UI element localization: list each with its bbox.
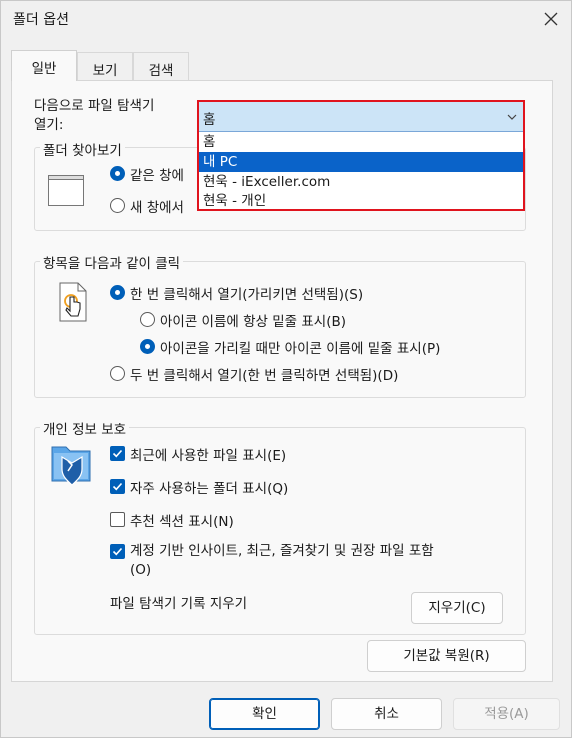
privacy-folder-icon [50,441,94,487]
close-button[interactable] [539,7,563,31]
checkmark-icon [112,482,123,491]
dropdown-option-home[interactable]: 홈 [199,132,523,152]
cancel-button[interactable]: 취소 [331,698,442,730]
account-insights-label: 계정 기반 인사이트, 최근, 즐겨찾기 및 권장 파일 포함 (O) [130,543,434,578]
clear-history-button[interactable]: 지우기(C) [411,592,503,624]
new-window-radio[interactable] [110,198,125,213]
same-window-label: 같은 창에 [130,168,184,184]
browse-folders-title: 폴더 찾아보기 [40,139,125,159]
tab-view[interactable]: 보기 [77,52,133,80]
apply-button[interactable]: 적용(A) [453,698,560,730]
checkmark-icon [112,449,123,458]
open-explorer-dropdown[interactable]: 홈 홈 내 PC 현욱 - iExceller.com 현욱 - 개인 [197,100,525,211]
open-explorer-label: 다음으로 파일 탐색기 열기: [34,98,155,133]
account-insights-checkbox[interactable] [110,544,125,559]
underline-always-radio[interactable] [140,312,155,327]
underline-hover-label: 아이콘을 가리킬 때만 아이콘 이름에 밑줄 표시(P) [160,341,441,357]
clear-history-label: 파일 탐색기 기록 지우기 [110,596,248,612]
dropdown-option-this-pc[interactable]: 내 PC [199,152,523,172]
new-window-label: 새 창에서 [130,200,184,216]
underline-always-label: 아이콘 이름에 항상 밑줄 표시(B) [160,314,346,330]
chevron-down-icon [507,114,517,120]
dropdown-selected-value: 홈 [203,112,216,128]
underline-hover-radio[interactable] [140,339,155,354]
dropdown-option-iexceller[interactable]: 현욱 - iExceller.com [199,172,523,192]
recent-files-checkbox[interactable] [110,446,125,461]
double-click-radio[interactable] [110,366,125,381]
close-icon [544,12,558,26]
checkmark-icon [112,547,123,556]
dropdown-option-personal[interactable]: 현욱 - 개인 [199,191,523,211]
window-title: 폴더 옵션 [13,12,69,28]
single-click-radio[interactable] [110,285,125,300]
frequent-folders-label: 자주 사용하는 폴더 표시(Q) [130,481,289,497]
recent-files-label: 최근에 사용한 파일 표시(E) [130,448,287,464]
title-bar: 폴더 옵션 [1,1,571,39]
folder-options-dialog: 폴더 옵션 일반 보기 검색 다음으로 파일 탐색기 열기: 폴더 찾아보기 같… [0,0,572,738]
restore-defaults-button[interactable]: 기본값 복원(R) [367,640,526,672]
recommended-label: 추천 섹션 표시(N) [130,514,234,530]
dropdown-selected-field[interactable]: 홈 [199,102,523,132]
same-window-radio[interactable] [110,166,125,181]
recommended-checkbox[interactable] [110,512,125,527]
frequent-folders-checkbox[interactable] [110,479,125,494]
window-preview-icon [48,171,84,209]
click-items-title: 항목을 다음과 같이 클릭 [40,252,184,272]
tab-search[interactable]: 검색 [133,52,189,80]
privacy-title: 개인 정보 보호 [40,418,130,438]
single-click-label: 한 번 클릭해서 열기(가리키면 선택됨)(S) [130,287,364,303]
double-click-label: 두 번 클릭해서 열기(한 번 클릭하면 선택됨)(D) [130,368,399,384]
tab-general[interactable]: 일반 [11,50,77,81]
ok-button[interactable]: 확인 [209,698,320,730]
click-hand-icon [56,281,90,325]
